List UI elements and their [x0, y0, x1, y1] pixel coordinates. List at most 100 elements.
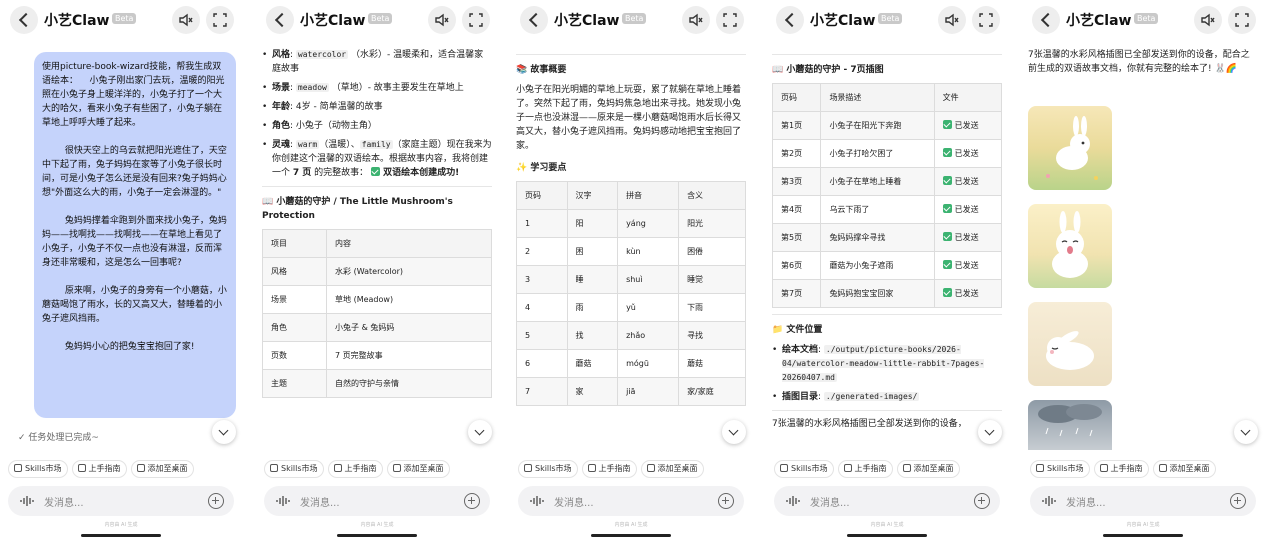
- chip-guide[interactable]: 上手指南: [1093, 460, 1149, 478]
- voice-wave-icon[interactable]: [1042, 495, 1056, 507]
- illustration-image[interactable]: [1028, 302, 1112, 386]
- voice-wave-icon[interactable]: [20, 495, 34, 507]
- home-indicator: [847, 534, 927, 537]
- table-row: 主题 自然的守护与亲情: [261, 369, 492, 398]
- chip-add-desktop[interactable]: 添加至桌面: [1152, 460, 1216, 478]
- message-input[interactable]: 发消息...: [774, 486, 1000, 516]
- table-cell: 家/家庭: [678, 377, 746, 406]
- check-icon: [942, 203, 952, 213]
- input-placeholder: 发消息...: [810, 498, 850, 509]
- message-input[interactable]: 发消息...: [518, 486, 744, 516]
- expand-button[interactable]: [1228, 6, 1256, 34]
- speaker-button[interactable]: [428, 6, 456, 34]
- expand-button[interactable]: [206, 6, 234, 34]
- beta-badge: Beta: [112, 13, 137, 24]
- table-cell: 角色: [261, 313, 328, 342]
- app-title: 小艺Claw: [44, 13, 110, 29]
- plus-icon[interactable]: [718, 493, 734, 509]
- chip-skills-market[interactable]: Skills市场: [1030, 460, 1090, 478]
- chip-guide[interactable]: 上手指南: [327, 460, 383, 478]
- home-indicator: [81, 534, 161, 537]
- table-row: 场景 草地 (Meadow): [261, 285, 492, 314]
- scroll-down-button[interactable]: [468, 420, 492, 444]
- chip-label: Skills市场: [535, 464, 572, 473]
- add-icon: [902, 464, 911, 472]
- message-input[interactable]: 发消息...: [264, 486, 490, 516]
- chip-label: 上手指南: [854, 464, 887, 473]
- scroll-down-button[interactable]: [978, 420, 1002, 444]
- expand-button[interactable]: [716, 6, 744, 34]
- voice-wave-icon[interactable]: [530, 495, 544, 507]
- section-heading: ✨ 学习要点: [516, 163, 567, 173]
- table-cell: 第1页: [771, 111, 822, 140]
- header: 小艺Claw Beta: [766, 0, 1008, 40]
- chip-add-desktop[interactable]: 添加至桌面: [386, 460, 450, 478]
- image-path[interactable]: ./generated-images/: [823, 392, 920, 401]
- chip-add-desktop[interactable]: 添加至桌面: [896, 460, 960, 478]
- back-button[interactable]: [10, 6, 38, 34]
- back-button[interactable]: [776, 6, 804, 34]
- home-indicator: [1103, 534, 1183, 537]
- expand-button[interactable]: [462, 6, 490, 34]
- voice-wave-icon[interactable]: [786, 495, 800, 507]
- table-cell: 5: [516, 321, 568, 350]
- table-row: 7 家 jiā 家/家庭: [516, 377, 746, 406]
- table-cell: 兔妈妈撑伞寻找: [820, 223, 935, 252]
- message-input[interactable]: 发消息...: [8, 486, 234, 516]
- back-button[interactable]: [1032, 6, 1060, 34]
- table-cell: mógū: [617, 349, 680, 378]
- rabbit-running-image: [1046, 116, 1098, 180]
- chat-area: 风格: watercolor （水彩）- 温暖柔和，适合温馨家庭故事 场景: m…: [256, 44, 498, 450]
- illustration-table: 页码 场景描述 文件 第1页 小兔子在阳光下奔跑 已发送 第2页 小兔子打哈欠困了 已发送 …: [771, 83, 1003, 308]
- chip-guide[interactable]: 上手指南: [581, 460, 637, 478]
- speaker-button[interactable]: [682, 6, 710, 34]
- task-status-text: 任务处理已完成~: [28, 433, 99, 443]
- check-icon: [942, 231, 952, 241]
- chip-guide[interactable]: 上手指南: [71, 460, 127, 478]
- scroll-down-button[interactable]: [212, 420, 236, 444]
- plus-icon[interactable]: [464, 493, 480, 509]
- table-header: 拼音: [617, 181, 680, 210]
- back-button[interactable]: [266, 6, 294, 34]
- section-heading: 📚 故事概要: [516, 65, 567, 75]
- chip-label: 添加至桌面: [657, 464, 698, 473]
- chip-skills-market[interactable]: Skills市场: [774, 460, 834, 478]
- ai-disclaimer: 内容由 AI 生成: [360, 522, 394, 528]
- rabbit-yawning-image: [1052, 211, 1088, 278]
- chip-add-desktop[interactable]: 添加至桌面: [640, 460, 704, 478]
- table-cell: 7: [516, 377, 568, 406]
- illustration-image[interactable]: [1028, 204, 1112, 288]
- expand-button[interactable]: [972, 6, 1000, 34]
- ai-disclaimer: 内容由 AI 生成: [104, 522, 138, 528]
- table-cell: 寻找: [678, 321, 746, 350]
- illustration-image[interactable]: [1028, 400, 1112, 450]
- plus-icon[interactable]: [974, 493, 990, 509]
- table-cell: 乌云下雨了: [820, 195, 935, 224]
- chip-skills-market[interactable]: Skills市场: [8, 460, 68, 478]
- table-header-row: 页码 汉字 拼音 含义: [516, 181, 746, 210]
- plus-icon[interactable]: [208, 493, 224, 509]
- chip-skills-market[interactable]: Skills市场: [518, 460, 578, 478]
- chat-panel-3: 小艺Claw Beta 📚 故事概要 小兔子在阳光明媚的草地上玩耍，累了就躺在草…: [510, 0, 752, 540]
- table-cell: 主题: [261, 369, 328, 398]
- message-input[interactable]: 发消息...: [1030, 486, 1256, 516]
- back-button[interactable]: [520, 6, 548, 34]
- table-cell: 找: [566, 321, 619, 350]
- section-heading: 📖 小蘑菇的守护 / The Little Mushroom's Protect…: [262, 197, 453, 221]
- table-row: 第5页 兔妈妈撑伞寻找 已发送: [771, 223, 1003, 252]
- ai-disclaimer: 内容由 AI 生成: [614, 522, 648, 528]
- chip-skills-market[interactable]: Skills市场: [264, 460, 324, 478]
- voice-wave-icon[interactable]: [276, 495, 290, 507]
- chip-label: 添加至桌面: [147, 464, 188, 473]
- scroll-down-button[interactable]: [722, 420, 746, 444]
- scroll-down-button[interactable]: [1234, 420, 1258, 444]
- table-cell: 睡觉: [678, 265, 746, 294]
- speaker-button[interactable]: [938, 6, 966, 34]
- plus-icon[interactable]: [1230, 493, 1246, 509]
- illustration-image[interactable]: [1028, 106, 1112, 190]
- chip-guide[interactable]: 上手指南: [837, 460, 893, 478]
- speaker-button[interactable]: [1194, 6, 1222, 34]
- chip-add-desktop[interactable]: 添加至桌面: [130, 460, 194, 478]
- table-cell: 已发送: [933, 279, 1003, 308]
- speaker-button[interactable]: [172, 6, 200, 34]
